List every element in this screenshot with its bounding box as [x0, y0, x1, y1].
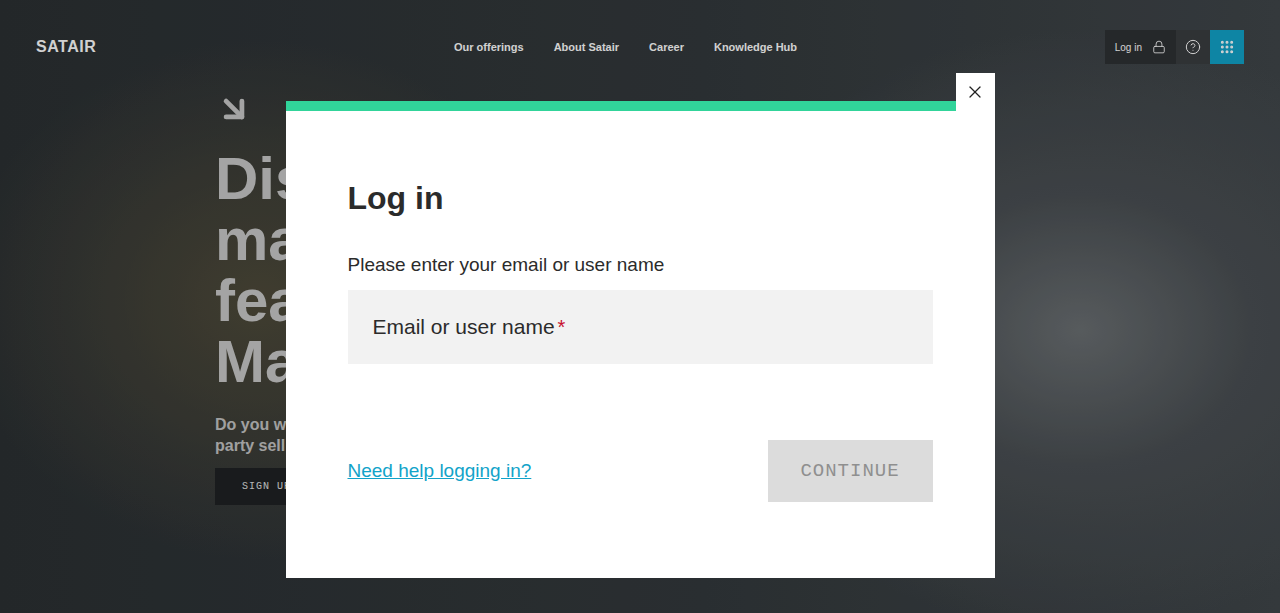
required-mark: * — [558, 316, 566, 339]
modal-title: Log in — [348, 179, 933, 217]
modal-prompt: Please enter your email or user name — [348, 253, 933, 276]
field-label: Email or user name — [373, 315, 555, 339]
modal-overlay: Log in Please enter your email or user na… — [0, 0, 1280, 613]
close-icon — [965, 82, 985, 102]
page: SATAIROur offeringsAbout SatairCareerKno… — [0, 0, 1280, 613]
continue-button[interactable]: CONTINUE — [768, 440, 933, 502]
modal-body: Log in Please enter your email or user na… — [286, 111, 995, 578]
close-button[interactable] — [956, 73, 995, 111]
modal-top-bar — [286, 101, 995, 111]
login-modal: Log in Please enter your email or user na… — [286, 101, 995, 578]
email-field[interactable]: Email or user name* — [348, 290, 933, 364]
help-link[interactable]: Need help logging in? — [348, 460, 532, 482]
modal-footer: Need help logging in? CONTINUE — [348, 440, 933, 502]
